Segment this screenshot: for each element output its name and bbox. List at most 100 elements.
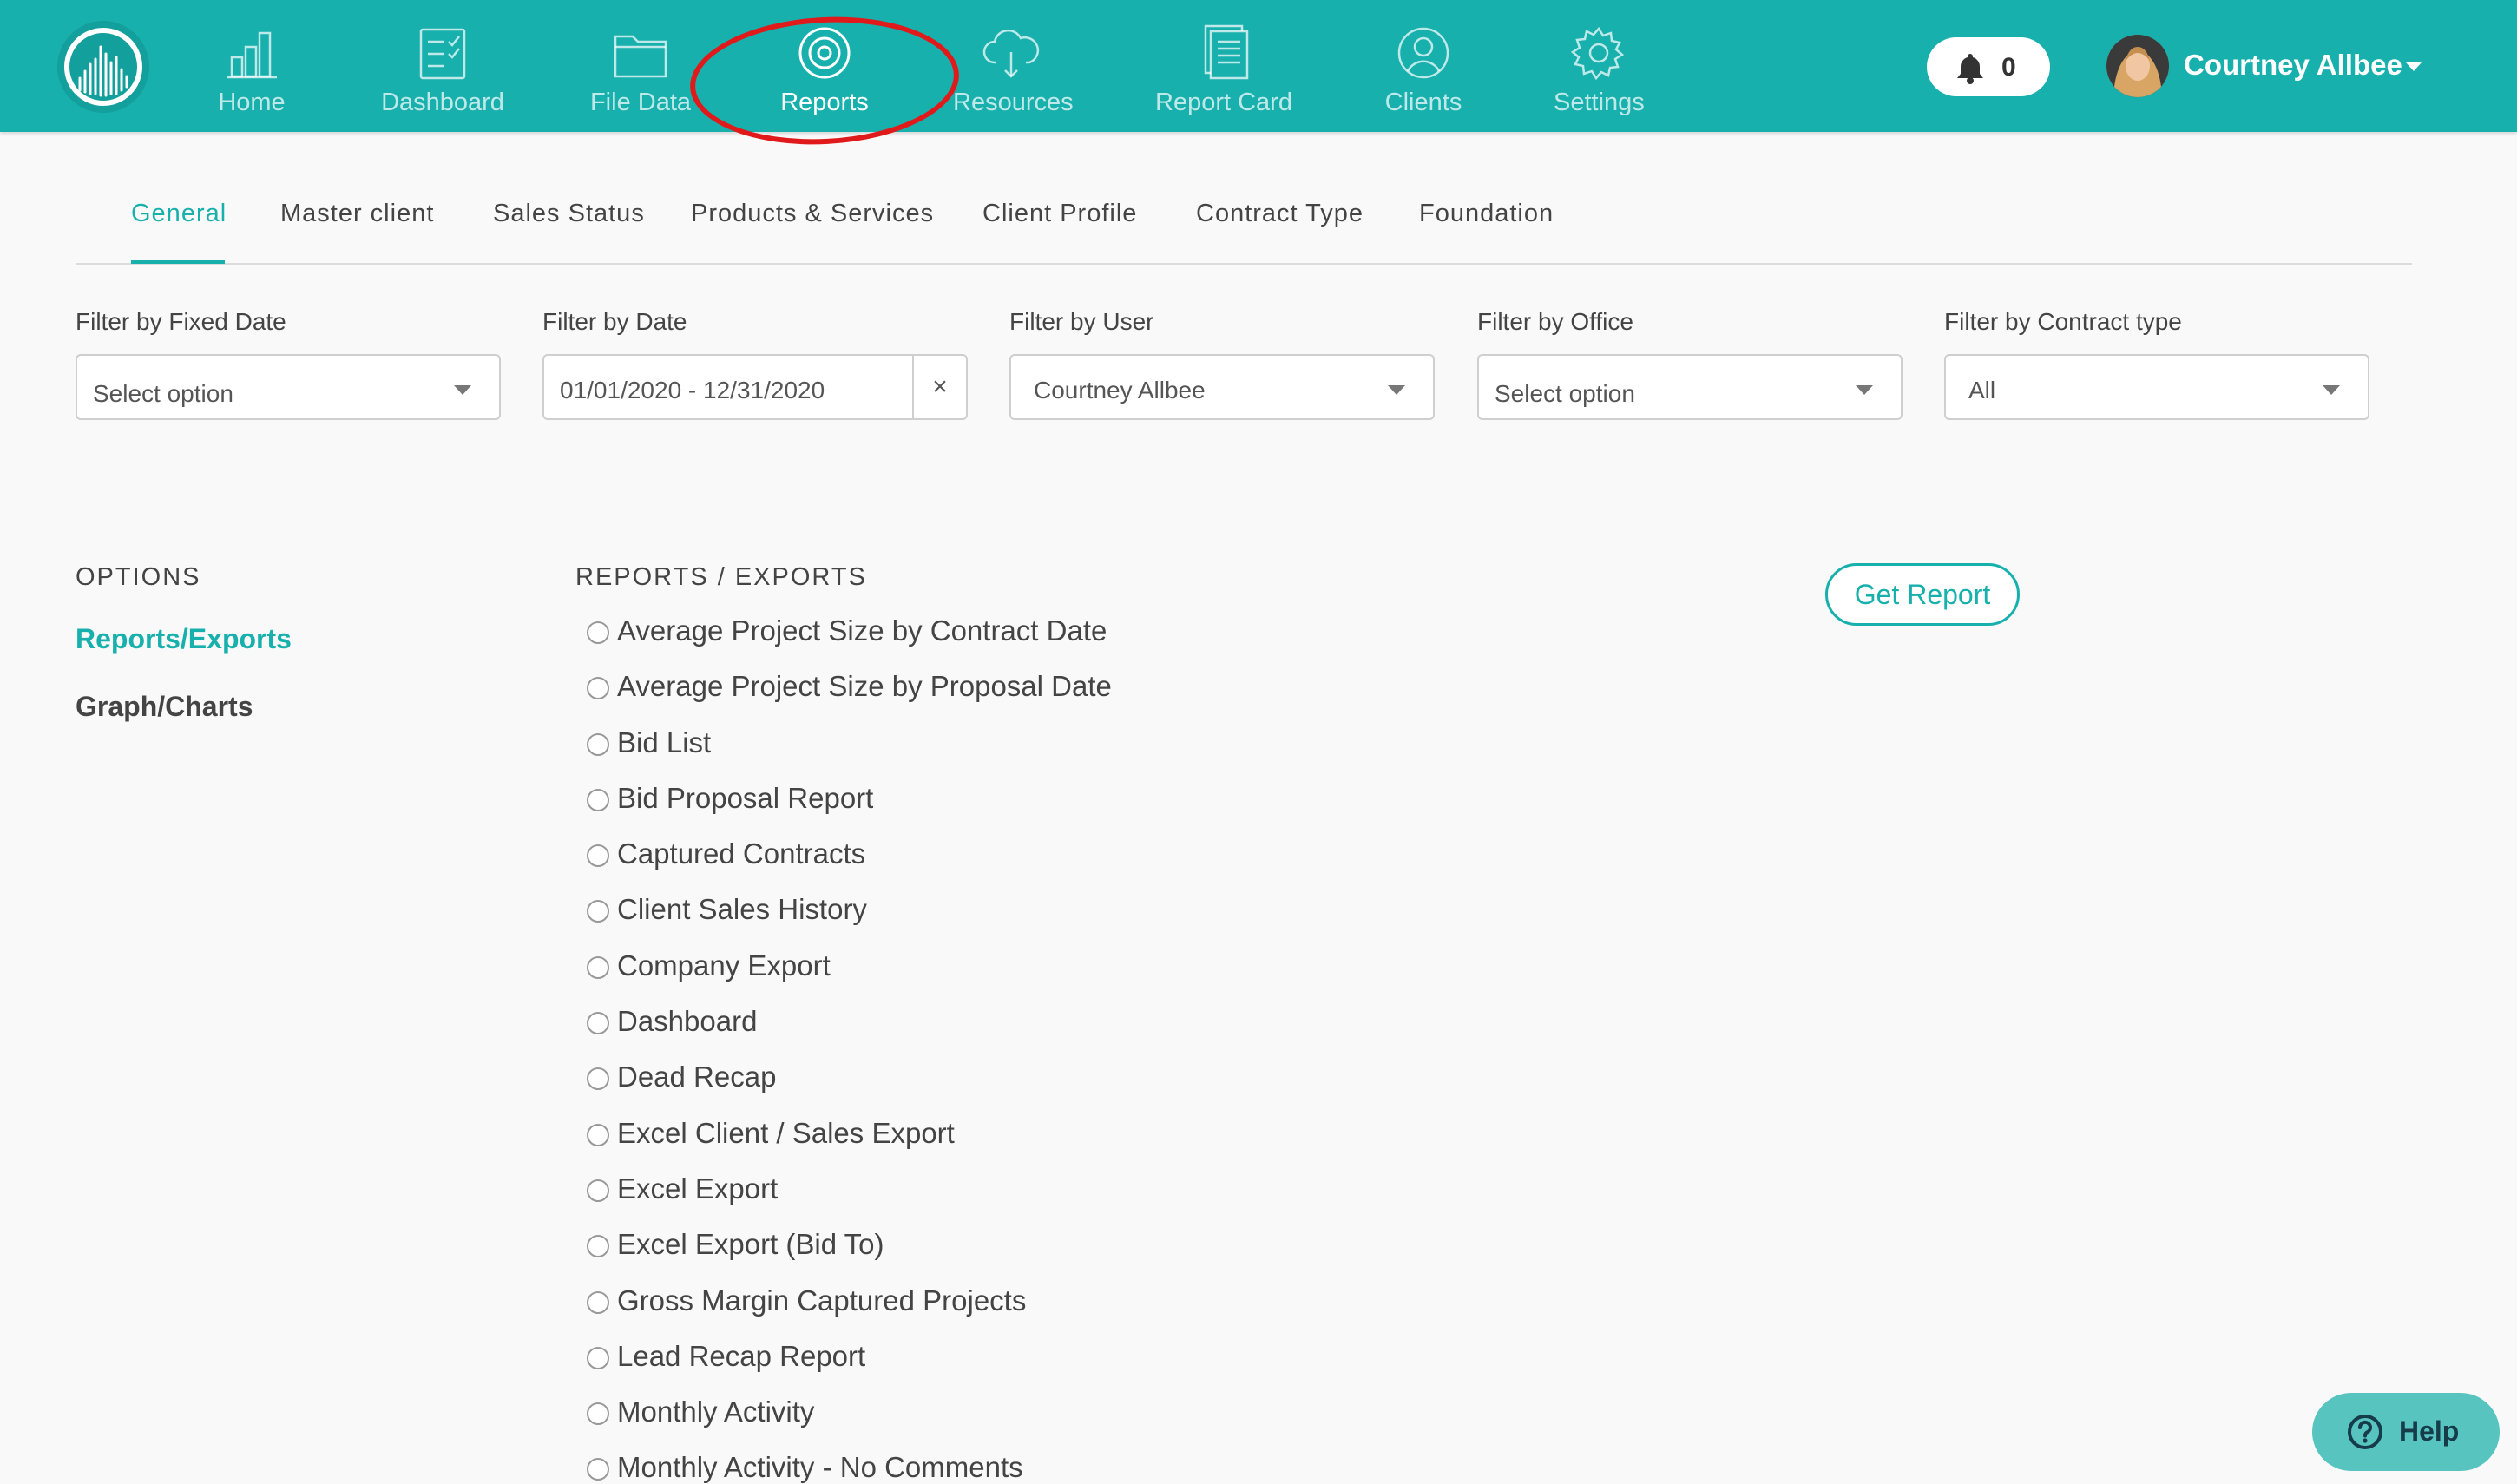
list-item[interactable]: Average Project Size by Contract Date (587, 611, 1368, 666)
tab-products-services[interactable]: Products & Services (691, 200, 934, 228)
filter-date-range-input[interactable]: 01/01/2020 - 12/31/2020 × (542, 354, 968, 420)
cloud-download-icon (982, 29, 1040, 78)
radio-button[interactable] (587, 788, 609, 811)
radio-button[interactable] (587, 1458, 609, 1481)
radio-button[interactable] (587, 621, 609, 644)
list-item[interactable]: Bid Proposal Report (587, 778, 1368, 834)
get-report-button[interactable]: Get Report (1825, 563, 2020, 626)
notifications-button[interactable]: 0 (1927, 37, 2050, 96)
radio-button[interactable] (587, 844, 609, 868)
report-label[interactable]: Monthly Activity - No Comments (617, 1451, 1023, 1484)
list-item[interactable]: Captured Contracts (587, 834, 1368, 890)
nav-home[interactable]: Home (203, 23, 300, 127)
nav-dashboard[interactable]: Dashboard (377, 23, 509, 127)
avatar-photo (2106, 35, 2169, 97)
list-item[interactable]: Excel Client / Sales Export (587, 1113, 1368, 1169)
list-item[interactable]: Bid List (587, 723, 1368, 778)
radio-button[interactable] (587, 1012, 609, 1035)
radio-button[interactable] (587, 1235, 609, 1258)
radio-button[interactable] (587, 900, 609, 923)
list-item[interactable]: Client Sales History (587, 890, 1368, 945)
user-circle-icon (1397, 27, 1449, 79)
report-label[interactable]: Client Sales History (617, 893, 867, 926)
report-label[interactable]: Excel Client / Sales Export (617, 1117, 955, 1150)
nav-label: Home (218, 89, 286, 116)
report-label[interactable]: Bid Proposal Report (617, 782, 873, 815)
tab-general[interactable]: General (131, 200, 227, 228)
tab-sales-status[interactable]: Sales Status (493, 200, 645, 228)
nav-label: Resources (953, 89, 1074, 116)
nav-file-data[interactable]: File Data (583, 23, 698, 127)
option-graph-charts[interactable]: Graph/Charts (76, 691, 253, 723)
radio-button[interactable] (587, 732, 609, 756)
filter-office-select[interactable]: Select option (1477, 354, 1903, 420)
list-item[interactable]: Excel Export (Bid To) (587, 1225, 1368, 1280)
report-label[interactable]: Captured Contracts (617, 837, 865, 870)
radio-button[interactable] (587, 955, 609, 979)
report-label[interactable]: Bid List (617, 726, 711, 759)
options-heading: OPTIONS (76, 563, 201, 591)
nav-label: Clients (1384, 89, 1462, 116)
tab-contract-type[interactable]: Contract Type (1196, 200, 1364, 228)
list-item[interactable]: Gross Margin Captured Projects (587, 1281, 1368, 1336)
list-item[interactable]: Monthly Activity - No Comments (587, 1448, 1368, 1484)
app-logo[interactable] (57, 21, 149, 113)
report-label[interactable]: Lead Recap Report (617, 1340, 865, 1373)
tab-foundation[interactable]: Foundation (1419, 200, 1554, 228)
date-range-value: 01/01/2020 - 12/31/2020 (560, 377, 825, 404)
top-nav-bar: Home Dashboard File Data Reports Resourc… (0, 0, 2517, 152)
nav-settings[interactable]: Settings (1554, 23, 1645, 127)
radio-button[interactable] (587, 1123, 609, 1146)
report-label[interactable]: Company Export (617, 949, 831, 982)
radio-button[interactable] (587, 1067, 609, 1091)
report-label[interactable]: Dead Recap (617, 1060, 776, 1093)
documents-icon (1204, 24, 1249, 80)
report-label[interactable]: Average Project Size by Contract Date (617, 614, 1107, 647)
nav-report-card[interactable]: Report Card (1154, 23, 1293, 127)
chevron-down-icon[interactable] (2406, 62, 2422, 71)
option-reports-exports[interactable]: Reports/Exports (76, 623, 292, 655)
folder-icon (614, 35, 667, 78)
checklist-icon (419, 28, 466, 80)
reports-radio-list: Average Project Size by Contract Date Av… (587, 611, 1368, 1484)
report-label[interactable]: Gross Margin Captured Projects (617, 1284, 1026, 1317)
active-tab-indicator (131, 260, 225, 264)
tab-client-profile[interactable]: Client Profile (982, 200, 1137, 228)
list-item[interactable]: Company Export (587, 946, 1368, 1001)
help-button[interactable]: Help (2312, 1393, 2500, 1471)
report-label[interactable]: Average Project Size by Proposal Date (617, 670, 1112, 703)
filter-user-label: Filter by User (1009, 308, 1154, 335)
filter-contract-type-select[interactable]: All (1944, 354, 2369, 420)
report-label[interactable]: Excel Export (617, 1172, 778, 1205)
caret-down-icon (2323, 385, 2340, 395)
nav-reports[interactable]: Reports (772, 23, 877, 127)
select-value: Select option (93, 380, 233, 407)
report-label[interactable]: Monthly Activity (617, 1395, 814, 1428)
filter-user-select[interactable]: Courtney Allbee (1009, 354, 1435, 420)
list-item[interactable]: Excel Export (587, 1169, 1368, 1225)
help-label: Help (2399, 1415, 2460, 1447)
filter-date-label: Filter by Date (542, 308, 687, 335)
report-label[interactable]: Excel Export (Bid To) (617, 1228, 884, 1261)
list-item[interactable]: Dashboard (587, 1001, 1368, 1057)
list-item[interactable]: Average Project Size by Proposal Date (587, 666, 1368, 722)
nav-clients[interactable]: Clients (1382, 23, 1465, 127)
avatar[interactable] (2106, 35, 2169, 97)
list-item[interactable]: Monthly Activity (587, 1392, 1368, 1448)
radio-button[interactable] (587, 1290, 609, 1314)
nav-label: Dashboard (381, 89, 504, 116)
filter-fixed-date-select[interactable]: Select option (76, 354, 501, 420)
radio-button[interactable] (587, 1402, 609, 1426)
radio-button[interactable] (587, 677, 609, 700)
select-value: All (1968, 377, 1996, 404)
nav-resources[interactable]: Resources (953, 23, 1074, 127)
radio-button[interactable] (587, 1346, 609, 1369)
list-item[interactable]: Lead Recap Report (587, 1336, 1368, 1392)
list-item[interactable]: Dead Recap (587, 1057, 1368, 1113)
radio-button[interactable] (587, 1179, 609, 1202)
filter-contract-type-label: Filter by Contract type (1944, 308, 2182, 335)
report-label[interactable]: Dashboard (617, 1005, 757, 1038)
clear-icon[interactable]: × (912, 356, 966, 418)
user-name[interactable]: Courtney Allbee (2184, 49, 2402, 82)
tab-master-client[interactable]: Master client (280, 200, 434, 228)
